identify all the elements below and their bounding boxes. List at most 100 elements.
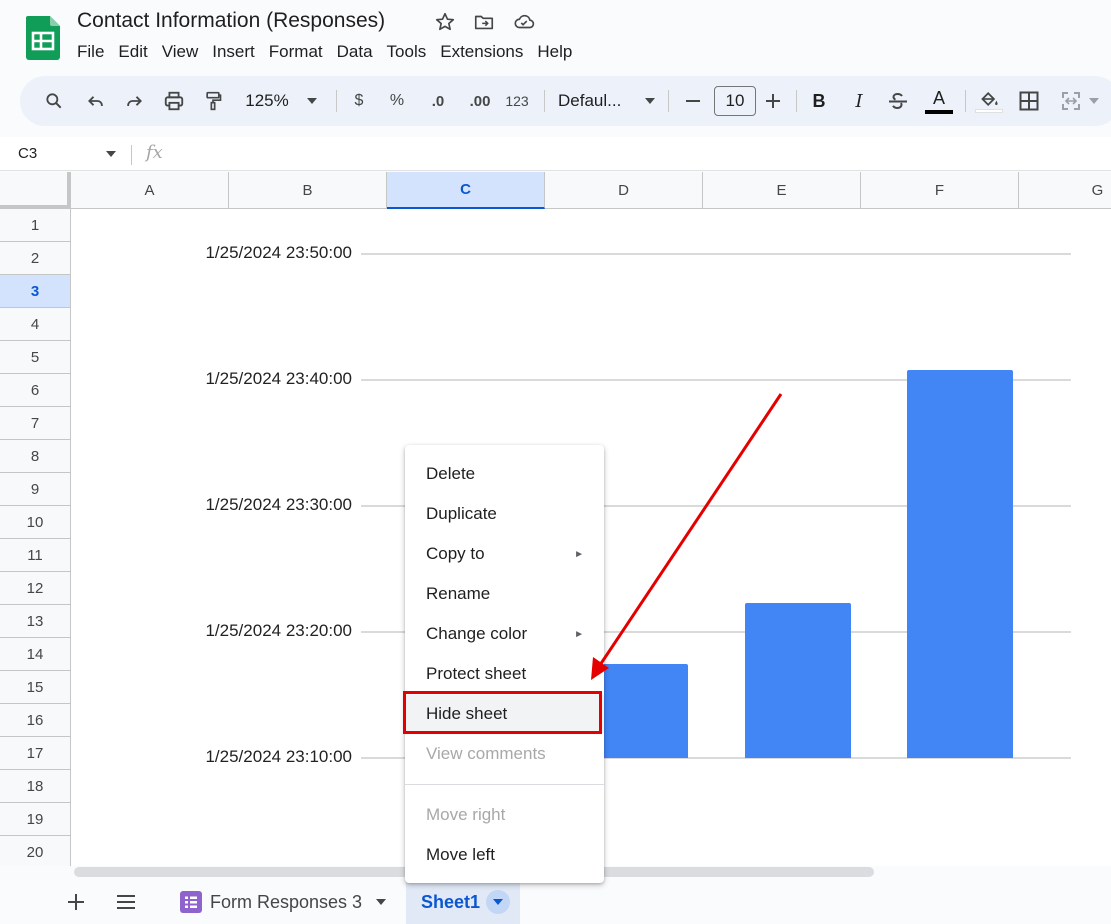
percent-format-button[interactable]: %	[386, 76, 408, 126]
row-header-7[interactable]: 7	[0, 407, 71, 440]
column-header-e[interactable]: E	[703, 172, 861, 209]
menu-insert[interactable]: Insert	[205, 42, 262, 62]
submenu-arrow-icon: ►	[574, 628, 584, 640]
menu-item-label: Rename	[426, 584, 491, 603]
row-header-19[interactable]: 19	[0, 803, 71, 836]
menu-file[interactable]: File	[70, 42, 111, 62]
y-tick-label: 1/25/2024 23:50:00	[205, 243, 352, 262]
fill-color-icon[interactable]	[974, 76, 1004, 126]
strikethrough-icon[interactable]	[886, 76, 910, 126]
row-header-11[interactable]: 11	[0, 539, 71, 572]
decrease-decimal-label: .0	[431, 92, 445, 110]
document-title[interactable]: Contact Information (Responses)	[77, 9, 385, 33]
move-folder-icon[interactable]	[472, 10, 496, 34]
column-header-b[interactable]: B	[229, 172, 387, 209]
menu-item-move-left[interactable]: Move left	[405, 836, 604, 874]
italic-icon[interactable]: I	[848, 76, 870, 126]
menu-item-copy-to[interactable]: Copy to ►	[405, 535, 604, 573]
row-header-12[interactable]: 12	[0, 572, 71, 605]
borders-icon[interactable]	[1016, 76, 1042, 126]
column-header-f[interactable]: F	[861, 172, 1019, 209]
search-icon[interactable]	[40, 76, 68, 126]
star-icon[interactable]	[433, 10, 457, 34]
menu-edit[interactable]: Edit	[111, 42, 154, 62]
row-header-13[interactable]: 13	[0, 605, 71, 638]
paint-format-icon[interactable]	[199, 76, 227, 126]
row-header-18[interactable]: 18	[0, 770, 71, 803]
row-header-2[interactable]: 2	[0, 242, 71, 275]
zoom-dropdown-icon[interactable]	[304, 76, 320, 126]
chart-bar[interactable]	[907, 369, 1013, 758]
name-box[interactable]: C3	[18, 145, 37, 162]
row-header-9[interactable]: 9	[0, 473, 71, 506]
merge-cells-icon[interactable]	[1058, 76, 1084, 126]
sheets-logo-icon[interactable]	[26, 16, 60, 60]
font-dropdown-icon[interactable]	[642, 76, 658, 126]
menu-bar: File Edit View Insert Format Data Tools …	[70, 40, 579, 64]
merge-dropdown-icon[interactable]	[1088, 76, 1100, 126]
text-color-button[interactable]: A	[924, 76, 954, 126]
font-size-increase-icon[interactable]	[762, 76, 784, 126]
row-header-20[interactable]: 20	[0, 836, 71, 866]
row-header-14[interactable]: 14	[0, 638, 71, 671]
highlight-box	[403, 691, 602, 734]
menu-item-view-comments: View comments	[405, 735, 604, 773]
column-header-d[interactable]: D	[545, 172, 703, 209]
chevron-down-icon[interactable]	[376, 899, 387, 905]
menu-item-delete[interactable]: Delete	[405, 455, 604, 493]
chevron-down-icon[interactable]	[486, 890, 511, 914]
menu-data[interactable]: Data	[330, 42, 380, 62]
number-format-button[interactable]: 123	[502, 76, 532, 126]
row-header-3[interactable]: 3	[0, 275, 71, 308]
row-header-6[interactable]: 6	[0, 374, 71, 407]
redo-icon[interactable]	[120, 76, 148, 126]
row-header-17[interactable]: 17	[0, 737, 71, 770]
add-sheet-icon[interactable]	[62, 880, 90, 924]
menu-extensions[interactable]: Extensions	[433, 42, 530, 62]
row-header-10[interactable]: 10	[0, 506, 71, 539]
bold-icon[interactable]: B	[808, 76, 830, 126]
sheet-context-menu: Delete Duplicate Copy to ► Rename Change colo…	[405, 445, 604, 883]
sheet-tab-sheet1[interactable]: Sheet1	[406, 880, 520, 924]
menu-divider	[405, 784, 604, 785]
font-size-decrease-icon[interactable]	[682, 76, 704, 126]
row-header-15[interactable]: 15	[0, 671, 71, 704]
menu-view[interactable]: View	[155, 42, 206, 62]
row-header-1[interactable]: 1	[0, 209, 71, 242]
column-header-g[interactable]: G	[1019, 172, 1111, 209]
menu-item-label: Move right	[426, 805, 506, 824]
forms-icon	[180, 891, 202, 913]
y-tick-label: 1/25/2024 23:30:00	[205, 495, 352, 514]
menu-item-change-color[interactable]: Change color ►	[405, 615, 604, 653]
decrease-decimal-button[interactable]: .0	[423, 76, 453, 126]
row-header-8[interactable]: 8	[0, 440, 71, 473]
chart-bar[interactable]	[745, 602, 851, 758]
all-sheets-icon[interactable]	[112, 880, 140, 924]
zoom-select[interactable]: 125%	[242, 76, 292, 126]
sheet-tab-label: Form Responses 3	[210, 891, 363, 912]
print-icon[interactable]	[160, 76, 188, 126]
menu-tools[interactable]: Tools	[380, 42, 434, 62]
menu-item-duplicate[interactable]: Duplicate	[405, 495, 604, 533]
sheet-tab-form-responses-3[interactable]: Form Responses 3	[170, 880, 396, 924]
y-tick-label: 1/25/2024 23:20:00	[205, 621, 352, 640]
column-header-c[interactable]: C	[387, 172, 545, 209]
increase-decimal-button[interactable]: .00	[462, 76, 498, 126]
row-header-4[interactable]: 4	[0, 308, 71, 341]
select-all-corner[interactable]	[0, 172, 71, 209]
font-select[interactable]: Defaul...	[558, 76, 638, 126]
name-box-dropdown-icon[interactable]	[106, 151, 116, 157]
cloud-saved-icon[interactable]	[512, 10, 536, 34]
font-size-input[interactable]: 10	[714, 86, 756, 116]
menu-item-rename[interactable]: Rename	[405, 575, 604, 613]
menu-item-label: Protect sheet	[426, 664, 527, 683]
menu-help[interactable]: Help	[530, 42, 579, 62]
row-header-16[interactable]: 16	[0, 704, 71, 737]
undo-icon[interactable]	[82, 76, 110, 126]
currency-format-button[interactable]: $	[348, 76, 370, 126]
menu-format[interactable]: Format	[262, 42, 330, 62]
menu-item-protect-sheet[interactable]: Protect sheet	[405, 655, 604, 693]
sheet-tab-label: Sheet1	[421, 891, 481, 912]
column-header-a[interactable]: A	[71, 172, 229, 209]
row-header-5[interactable]: 5	[0, 341, 71, 374]
